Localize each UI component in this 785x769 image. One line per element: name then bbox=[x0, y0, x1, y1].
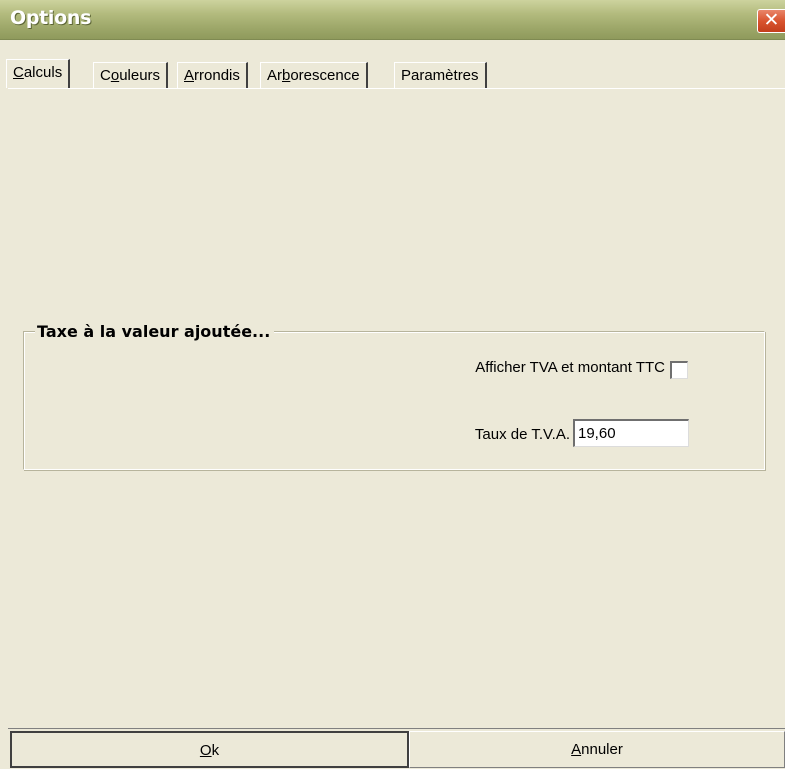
close-icon: ✕ bbox=[763, 9, 780, 31]
tab-couleurs-prefix: C bbox=[100, 67, 111, 84]
cancel-button[interactable]: Annuler bbox=[409, 731, 785, 768]
vat-groupbox bbox=[23, 331, 765, 470]
vat-group-legend: Taxe à la valeur ajoutée... bbox=[35, 321, 275, 343]
tab-arrondis[interactable]: Arrondis bbox=[177, 62, 248, 88]
tab-couleurs-accesskey: o bbox=[110, 67, 120, 84]
tab-arborescence-label: orescence bbox=[290, 67, 360, 84]
tab-arrondis-accesskey: A bbox=[184, 67, 195, 84]
cancel-accesskey: A bbox=[571, 741, 582, 758]
tab-calculs[interactable]: Calculs bbox=[6, 59, 71, 88]
cancel-label: nnuler bbox=[581, 741, 623, 758]
window-title: Options bbox=[10, 7, 92, 29]
tab-arborescence-prefix: Ar bbox=[267, 67, 282, 84]
tab-parametres[interactable]: Paramètres bbox=[394, 62, 487, 88]
ok-label: k bbox=[211, 742, 220, 759]
tab-couleurs[interactable]: Couleurs bbox=[93, 62, 169, 88]
button-row: Ok Annuler bbox=[8, 728, 785, 769]
tab-arrondis-label: rrondis bbox=[194, 67, 240, 84]
close-button[interactable]: ✕ bbox=[757, 9, 785, 33]
tab-arborescence[interactable]: Arborescence bbox=[260, 62, 368, 88]
vat-rate-input[interactable] bbox=[573, 419, 689, 447]
ok-accesskey: O bbox=[199, 742, 212, 759]
ok-button[interactable]: Ok bbox=[10, 731, 409, 768]
show-vat-checkbox[interactable] bbox=[670, 361, 688, 379]
tab-calculs-label: alculs bbox=[23, 64, 63, 81]
show-vat-label: Afficher TVA et montant TTC bbox=[475, 359, 665, 376]
tab-couleurs-label: uleurs bbox=[119, 67, 161, 84]
title-bar: Options ✕ bbox=[0, 0, 785, 40]
vat-rate-label: Taux de T.V.A. bbox=[474, 426, 570, 443]
tab-parametres-label: Paramètres bbox=[401, 67, 479, 84]
tab-calculs-accesskey: C bbox=[13, 64, 24, 81]
